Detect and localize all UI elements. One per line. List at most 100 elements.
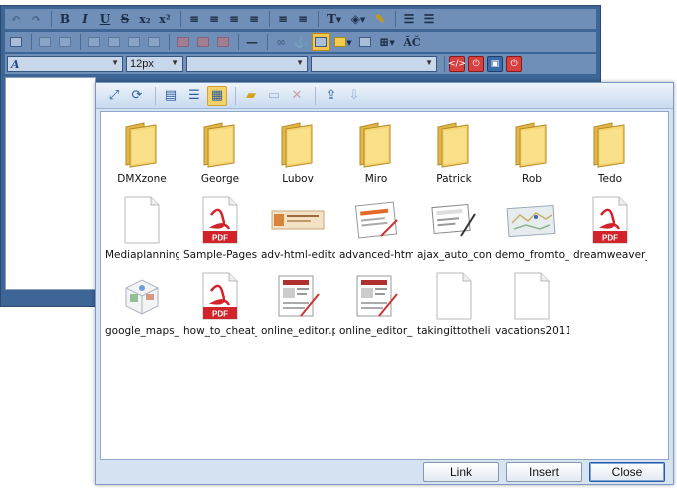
split-cells-icon[interactable] <box>145 33 163 51</box>
file-item[interactable]: PDF Sample-Pages-l <box>181 190 259 266</box>
outdent-icon[interactable]: ≡ <box>274 10 292 28</box>
delete-table-icon[interactable] <box>214 33 232 51</box>
exit-icon[interactable]: ⏻ <box>506 56 522 72</box>
chevron-down-icon: ▼ <box>111 58 119 67</box>
horizontal-rule-icon[interactable]: — <box>243 33 261 51</box>
file-name-label: google_maps_c <box>105 325 179 337</box>
file-item[interactable]: google_maps_c <box>103 266 181 342</box>
upload-icon[interactable]: ⇪ <box>321 86 341 106</box>
redo-icon[interactable]: ↷ <box>27 10 45 28</box>
folder-item[interactable]: Patrick <box>415 114 493 190</box>
delete-icon[interactable]: ✕ <box>287 86 307 106</box>
subscript-button[interactable]: x₂ <box>136 10 154 28</box>
numbered-list-icon[interactable]: ☰ <box>420 10 438 28</box>
blank-file-icon <box>503 268 561 324</box>
file-list-area[interactable]: DMXzone George Lubov Miro Patrick Rob Te… <box>100 111 669 460</box>
folder-icon <box>425 116 483 172</box>
special-characters-button[interactable]: ĂČ <box>400 33 424 51</box>
toolbar-separator <box>395 11 396 27</box>
link-button[interactable]: Link <box>423 462 499 482</box>
source-code-icon[interactable]: </> <box>448 56 466 72</box>
editor-toolbar-row-2: — ∞ ⚓ ▼ ⊞ ▼ ĂČ <box>5 32 596 52</box>
file-name-label: dreamweaver_ <box>573 249 647 261</box>
thumbnail-view-icon[interactable]: ▦ <box>207 85 227 106</box>
pdf-badge-label: PDF <box>212 234 228 243</box>
image-thumbnail <box>269 268 327 324</box>
align-center-icon[interactable]: ≡ <box>205 10 223 28</box>
delete-col-icon[interactable] <box>194 33 212 51</box>
close-button[interactable]: Close <box>589 462 665 482</box>
merge-cells-icon[interactable] <box>125 33 143 51</box>
dialog-toolbar: ⤢ ⟳ ▤ ☰ ▦ ▰ ▭ ✕ ⇪ ⇩ <box>96 83 673 109</box>
delete-row-icon[interactable] <box>174 33 192 51</box>
link-icon[interactable]: ∞ <box>272 33 290 51</box>
indent-icon[interactable]: ≡ <box>294 10 312 28</box>
folder-item[interactable]: Tedo <box>571 114 649 190</box>
file-item[interactable]: Mediaplanning_ <box>103 190 181 266</box>
image-thumbnail <box>347 268 405 324</box>
folder-item[interactable]: George <box>181 114 259 190</box>
table-props-icon[interactable] <box>36 33 54 51</box>
align-right-icon[interactable]: ≡ <box>225 10 243 28</box>
image-thumbnail <box>269 192 327 248</box>
text-style-dropdown[interactable]: T ▼ <box>323 10 345 28</box>
clean-format-brush-icon[interactable]: ✎ <box>371 10 389 28</box>
save-icon[interactable]: ▣ <box>487 56 503 72</box>
toolbar-separator <box>31 34 32 50</box>
italic-button[interactable]: I <box>76 10 94 28</box>
power-icon[interactable]: ⏻ <box>468 56 484 72</box>
toolbar-separator <box>169 34 170 50</box>
file-item[interactable]: PDF dreamweaver_ <box>571 190 649 266</box>
insert-button[interactable]: Insert <box>506 462 582 482</box>
font-family-select[interactable]: A ▼ <box>7 56 123 72</box>
insert-col-icon[interactable] <box>105 33 123 51</box>
underline-button[interactable]: U <box>96 10 114 28</box>
file-item[interactable]: ajax_auto_com <box>415 190 493 266</box>
superscript-button[interactable]: x² <box>156 10 174 28</box>
file-item[interactable]: online_editor.pr <box>259 266 337 342</box>
refresh-icon[interactable]: ⟳ <box>127 86 147 106</box>
new-folder-icon[interactable]: ▰ <box>241 86 261 106</box>
fullscreen-icon[interactable]: ⤢ <box>104 86 124 106</box>
bullet-list-icon[interactable]: ☰ <box>400 10 418 28</box>
list-view-icon[interactable]: ☰ <box>184 86 204 106</box>
fill-color-icon[interactable]: ◈ ▼ <box>347 10 369 28</box>
insert-table-icon[interactable] <box>7 33 25 51</box>
file-item[interactable]: adv-html-editor <box>259 190 337 266</box>
folder-icon <box>503 116 561 172</box>
undo-icon[interactable]: ↶ <box>7 10 25 28</box>
align-justify-icon[interactable]: ≡ <box>245 10 263 28</box>
dialog-footer: Link Insert Close <box>96 460 673 484</box>
editor-content-area[interactable] <box>5 77 96 290</box>
template-icon[interactable] <box>356 33 374 51</box>
file-item[interactable]: demo_fromto_c <box>493 190 571 266</box>
anchor-icon[interactable]: ⚓ <box>292 33 310 51</box>
file-item[interactable]: PDF how_to_cheat_ <box>181 266 259 342</box>
folder-item[interactable]: Miro <box>337 114 415 190</box>
rename-icon[interactable]: ▭ <box>264 86 284 106</box>
folder-item[interactable]: Rob <box>493 114 571 190</box>
align-left-icon[interactable]: ≡ <box>185 10 203 28</box>
strikethrough-button[interactable]: S <box>116 10 134 28</box>
download-icon[interactable]: ⇩ <box>344 86 364 106</box>
details-view-icon[interactable]: ▤ <box>161 86 181 106</box>
file-name-label: advanced-html- <box>339 249 413 261</box>
cell-props-icon[interactable] <box>56 33 74 51</box>
folder-item[interactable]: DMXzone <box>103 114 181 190</box>
style-select[interactable]: ▼ <box>311 56 437 72</box>
font-size-select[interactable]: 12px ▼ <box>126 56 183 72</box>
format-select[interactable]: ▼ <box>186 56 308 72</box>
toolbar-separator <box>269 11 270 27</box>
file-item[interactable]: vacations2011. <box>493 266 571 342</box>
folder-item[interactable]: Lubov <box>259 114 337 190</box>
image-manager-icon[interactable] <box>312 33 330 51</box>
bold-button[interactable]: B <box>56 10 74 28</box>
file-item[interactable]: takingittothelim <box>415 266 493 342</box>
insert-row-icon[interactable] <box>85 33 103 51</box>
file-item[interactable]: advanced-html- <box>337 190 415 266</box>
image-thumbnail <box>347 192 405 248</box>
toolbar-separator <box>267 34 268 50</box>
file-item[interactable]: online_editor_1 <box>337 266 415 342</box>
form-elements-icon[interactable]: ⊞ ▼ <box>376 33 398 51</box>
media-icon[interactable]: ▼ <box>332 33 354 51</box>
